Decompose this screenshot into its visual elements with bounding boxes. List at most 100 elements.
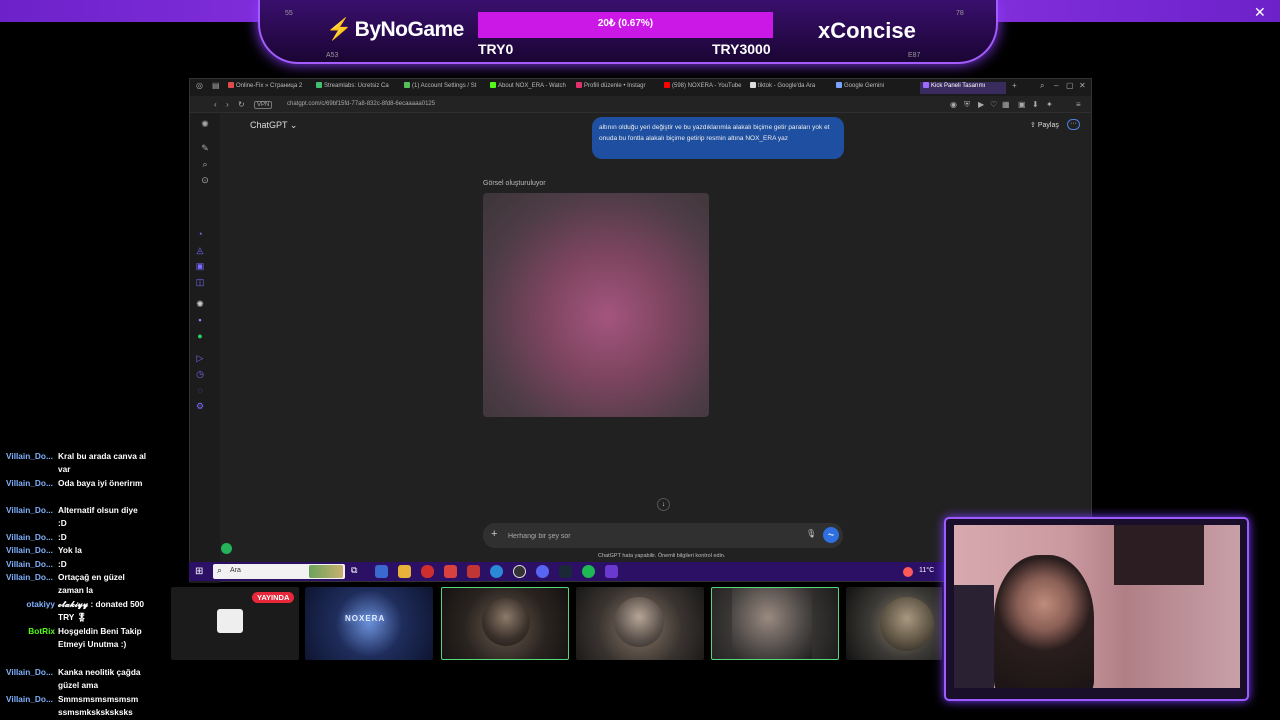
browser-tab[interactable]: (598) NOXERA - YouTube — [664, 82, 748, 94]
search-icon[interactable]: ⌕ — [198, 159, 212, 170]
chat-username[interactable]: BotRix — [6, 625, 58, 638]
chat-username[interactable]: Villain_Do... — [6, 531, 58, 544]
goal-min-label: TRY0 — [478, 41, 514, 57]
chatgpt-side-icon[interactable]: ✺ — [193, 299, 207, 310]
browser-tab[interactable]: Kick Paneli Tasarımı — [920, 82, 1006, 94]
browser-tab[interactable]: (1) Account Settings / St — [404, 82, 488, 94]
participant-cam[interactable] — [576, 587, 704, 660]
ai-icon[interactable]: ✦ — [1046, 100, 1053, 109]
chat-username[interactable]: Villain_Do... — [6, 504, 58, 517]
voice-mode-button[interactable]: ⏦ — [823, 527, 839, 543]
chat-text: 𝓸𝓽𝓪𝓴𝓲𝔂𝔂 : donated 500 TRY 🎖 — [58, 599, 144, 623]
reload-icon[interactable]: ↻ — [238, 100, 245, 109]
tab-label: Streamlabs: Ücretsiz Ca — [324, 83, 389, 89]
store-icon[interactable] — [398, 565, 411, 578]
spotify-icon[interactable] — [582, 565, 595, 578]
share-label: Paylaş — [1037, 122, 1059, 129]
chat-username[interactable]: Villain_Do... — [6, 477, 58, 490]
share-button[interactable]: ⇪ Paylaş — [1030, 121, 1059, 129]
chat-username[interactable]: Villain_Do... — [6, 558, 58, 571]
obs-icon[interactable] — [513, 565, 526, 578]
participant-cam-noxera[interactable] — [305, 587, 433, 660]
twitch-icon[interactable]: ▣ — [193, 261, 207, 272]
streamer-webcam — [954, 525, 1240, 688]
browser-tab[interactable]: Google Gemini — [836, 82, 916, 94]
participant-cam[interactable] — [846, 587, 942, 660]
scroll-down-icon[interactable]: ↓ — [657, 498, 670, 511]
weather-icon[interactable] — [903, 567, 913, 577]
taskbar-search-label: Ara — [230, 567, 241, 574]
steam-icon[interactable] — [559, 565, 572, 578]
new-chat-icon[interactable]: ✎ — [198, 143, 212, 154]
generated-image-placeholder[interactable] — [483, 193, 709, 417]
prompt-input[interactable] — [508, 531, 768, 541]
close-icon[interactable]: ✕ — [1254, 4, 1266, 21]
files-icon[interactable] — [375, 565, 388, 578]
chat-username[interactable]: Villain_Do... — [6, 666, 58, 679]
sidebar-app-icon[interactable]: ◔ — [193, 229, 207, 239]
app-icon[interactable] — [444, 565, 457, 578]
url-field[interactable]: chatgpt.com/c/69bf15fd-77a8-832c-8fd8-6e… — [287, 101, 435, 107]
model-selector[interactable]: ChatGPT ⌄ — [250, 120, 297, 131]
kick-side-icon[interactable]: ▪ — [193, 315, 207, 325]
tiktok-icon[interactable]: ◫ — [193, 277, 207, 288]
more-options-button[interactable]: ··· — [1067, 119, 1080, 130]
microphone-icon[interactable]: 🎙 — [806, 529, 816, 538]
participant-cam-active[interactable] — [441, 587, 569, 660]
wallet-icon[interactable]: ▣ — [1018, 100, 1026, 109]
edge-icon[interactable] — [490, 565, 503, 578]
noxera-logo: NOXERA — [345, 614, 386, 623]
download-icon[interactable]: ⬇ — [1032, 100, 1039, 109]
chat-username[interactable]: Villain_Do... — [6, 544, 58, 557]
pinboard-icon[interactable]: ◌ — [193, 385, 207, 395]
attach-plus-icon[interactable]: + — [491, 528, 497, 540]
library-icon[interactable]: ⊙ — [198, 175, 212, 186]
menu-icon[interactable]: ≡ — [1076, 100, 1081, 109]
browser-tab[interactable]: Profili düzenle • Instagr — [576, 82, 660, 94]
discord-icon[interactable] — [536, 565, 549, 578]
chat-username[interactable]: otakiyy — [6, 598, 58, 611]
search-tabs-icon[interactable]: ⌕ — [1040, 81, 1044, 91]
window-close-icon[interactable]: ✕ — [1079, 81, 1086, 90]
windows-start-icon[interactable]: ⊞ — [195, 566, 203, 577]
browser-logo-icon: ◎ — [196, 81, 203, 90]
participant-cam-active[interactable] — [711, 587, 839, 660]
participant-video — [732, 588, 812, 659]
tab-list-icon[interactable]: ▤ — [212, 81, 220, 90]
minimize-icon[interactable]: – — [1054, 81, 1058, 90]
chat-username[interactable]: Villain_Do... — [6, 571, 58, 584]
browser-tab[interactable]: Online-Fix » Страница 2 — [228, 82, 312, 94]
tab-label: (1) Account Settings / St — [412, 83, 477, 89]
messenger-icon[interactable]: ◬ — [193, 245, 207, 256]
browser-icon[interactable] — [421, 565, 434, 578]
chat-username[interactable]: Villain_Do... — [6, 450, 58, 463]
chat-username[interactable]: Villain_Do... — [6, 693, 58, 706]
vpn-badge[interactable]: VPN — [254, 101, 273, 109]
user-message-bubble: altının olduğu yeri değiştir ve bu yazdı… — [592, 117, 844, 159]
tab-label: About NOX_ERA - Watch — [498, 83, 566, 89]
camera-icon[interactable]: ◉ — [950, 100, 957, 109]
taskbar-search-box[interactable]: ⌕ Ara — [213, 564, 345, 579]
history-icon[interactable]: ◷ — [193, 369, 207, 380]
browser-tab[interactable]: Streamlabs: Ücretsiz Ca — [316, 82, 400, 94]
browser-tab[interactable]: tiktok - Google'da Ara — [750, 82, 834, 94]
shield-icon[interactable]: ⛨ — [964, 100, 970, 110]
whatsapp-icon[interactable]: ● — [193, 331, 207, 341]
forward-icon[interactable]: › — [226, 100, 229, 109]
openai-logo-icon[interactable]: ✺ — [198, 119, 212, 130]
app2-icon[interactable] — [467, 565, 480, 578]
extensions-icon[interactable]: ▦ — [1002, 100, 1010, 109]
tab-favicon-icon — [576, 82, 582, 88]
bookmark-icon[interactable]: ♡ — [990, 100, 997, 109]
chat-text: Oda baya iyi önerirım — [58, 478, 143, 488]
browser-tab[interactable]: About NOX_ERA - Watch — [490, 82, 574, 94]
maximize-icon[interactable]: ▢ — [1066, 81, 1074, 90]
player-icon[interactable]: ▷ — [193, 353, 207, 364]
sponsor-name: ByNoGame — [354, 18, 465, 41]
new-tab-icon[interactable]: + — [1012, 81, 1017, 90]
back-icon[interactable]: ‹ — [214, 100, 217, 109]
app3-icon[interactable] — [605, 565, 618, 578]
settings-icon[interactable]: ⚙ — [193, 401, 207, 412]
task-view-icon[interactable]: ⧉ — [351, 565, 364, 578]
play-icon[interactable]: ▶ — [978, 100, 984, 109]
